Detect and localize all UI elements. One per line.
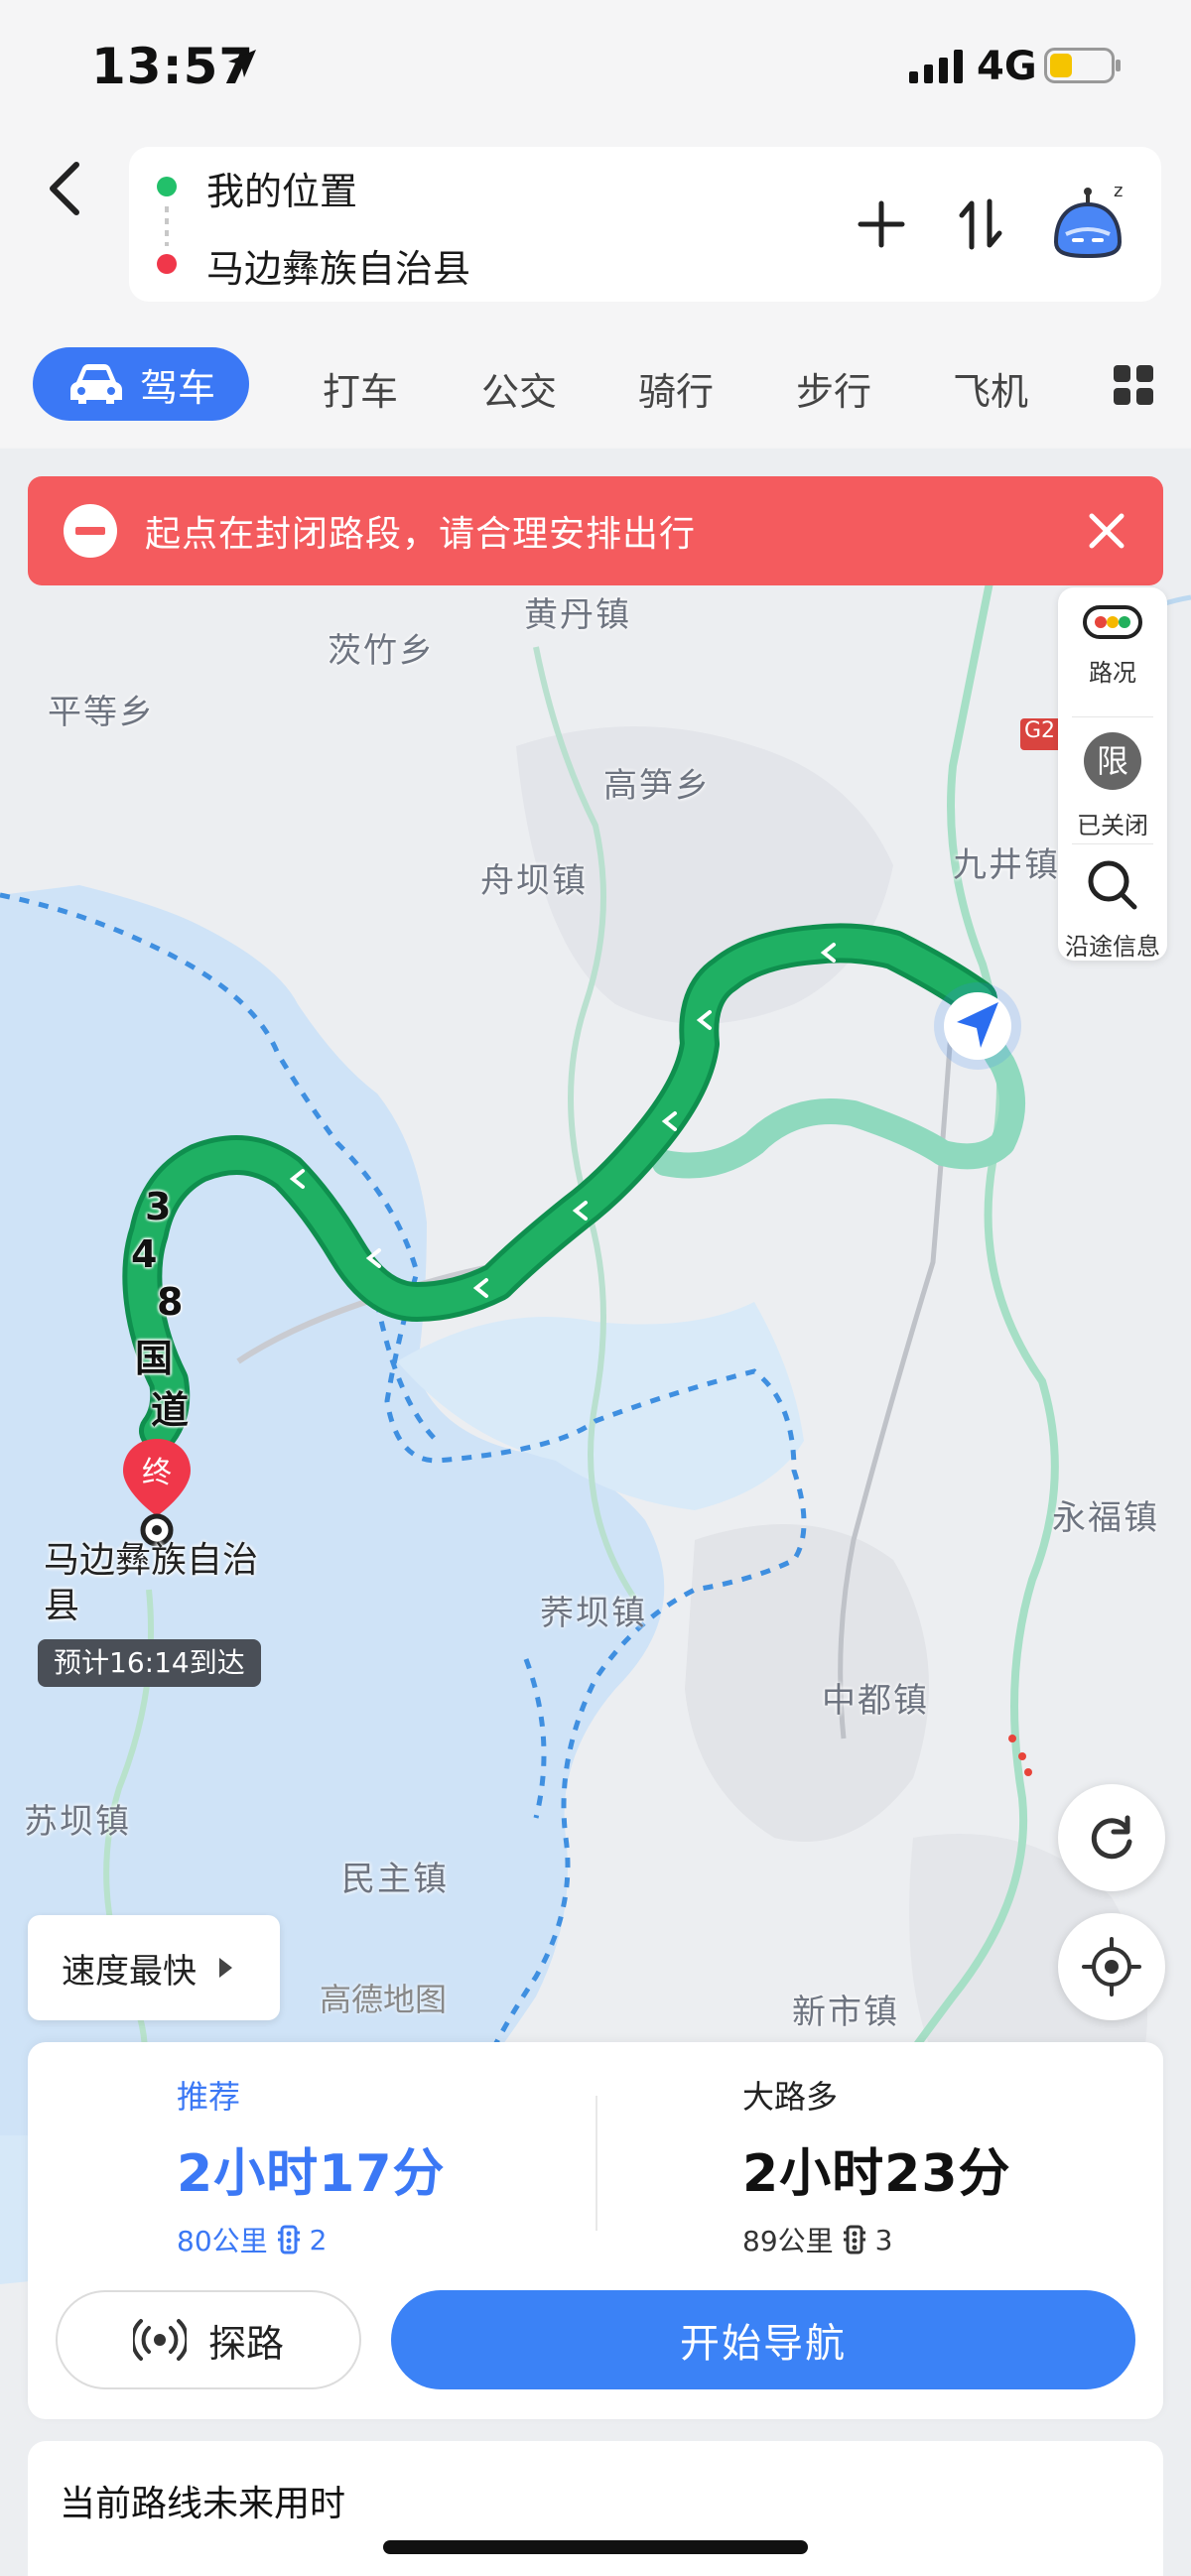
route-options-card: 推荐 2小时17分 80公里 2 大路多 2小时23分 89公里 3 探路 开始… <box>28 2042 1163 2419</box>
route-input-box: 我的位置 马边彝族自治县 z <box>129 147 1161 302</box>
route-option-distance: 89公里 <box>742 2225 834 2257</box>
alert-text: 起点在封闭路段，请合理安排出行 <box>145 514 697 555</box>
signal-icon <box>909 50 963 83</box>
traffic-light-icon <box>1083 605 1142 639</box>
restriction-icon: 限 <box>1084 732 1141 790</box>
road-name-char: 4 <box>131 1232 158 1276</box>
map-label-huangdan: 黄丹镇 <box>524 595 631 635</box>
route-option-recommended[interactable]: 推荐 2小时17分 80公里 2 <box>177 2072 446 2259</box>
end-dot-icon <box>157 254 177 274</box>
road-name-char: 3 <box>145 1185 172 1228</box>
battery-icon <box>1044 48 1121 83</box>
map-label-suba: 苏坝镇 <box>24 1802 131 1842</box>
start-navigation-button[interactable]: 开始导航 <box>391 2290 1135 2389</box>
network-type: 4G <box>977 44 1037 89</box>
road-name-char: 8 <box>157 1280 184 1324</box>
route-option-meta: 80公里 2 <box>177 2220 446 2259</box>
status-bar: 13:57 4G <box>0 0 1191 139</box>
future-travel-time-card[interactable]: 当前路线未来用时 <box>28 2441 1163 2576</box>
future-travel-time-title: 当前路线未来用时 <box>60 2484 346 2524</box>
route-preference-button[interactable]: 速度最快 <box>28 1915 280 2020</box>
close-icon[interactable] <box>1080 504 1133 558</box>
car-icon <box>70 364 122 404</box>
map-label-xinshi: 新市镇 <box>792 1993 899 2032</box>
destination-name: 马边彝族自治县 <box>44 1540 259 1626</box>
no-entry-icon <box>64 504 117 558</box>
locate-button[interactable] <box>1058 1913 1165 2020</box>
start-location-field[interactable]: 我的位置 <box>206 161 357 215</box>
traffic-light-count-icon <box>277 2225 300 2254</box>
add-waypoint-button[interactable] <box>844 187 919 262</box>
tab-drive[interactable]: 驾车 <box>33 347 249 421</box>
road-name-char: 国 <box>135 1337 174 1380</box>
tab-taxi[interactable]: 打车 <box>323 361 398 416</box>
closure-alert-banner: 起点在封闭路段，请合理安排出行 <box>28 476 1163 585</box>
divider <box>1072 843 1153 844</box>
route-connector <box>165 206 169 246</box>
restriction-glyph: 限 <box>1097 742 1128 780</box>
refresh-icon <box>1091 1815 1132 1860</box>
map-label-gaosun: 高笋乡 <box>603 766 711 806</box>
map-label-cizhu: 茨竹乡 <box>328 631 435 671</box>
route-option-lights: 3 <box>874 2223 893 2256</box>
map-label-zhongdu: 中都镇 <box>822 1681 929 1721</box>
road-name-char: 道 <box>151 1388 190 1432</box>
more-modes-grid-icon[interactable] <box>1114 365 1153 405</box>
traffic-toggle[interactable]: 路况 <box>1058 605 1167 688</box>
route-option-tag: 推荐 <box>177 2078 241 2116</box>
restriction-toggle[interactable]: 限 已关闭 <box>1058 730 1167 840</box>
route-option-lights: 2 <box>309 2223 328 2256</box>
route-option-time: 2小时23分 <box>742 2144 1011 2204</box>
traffic-light-count-icon <box>843 2225 865 2254</box>
radar-icon <box>132 2319 187 2361</box>
eta-badge: 预计16:14到达 <box>38 1639 261 1687</box>
restriction-label: 已关闭 <box>1077 812 1148 839</box>
home-indicator[interactable] <box>383 2540 808 2554</box>
tab-cycling[interactable]: 骑行 <box>638 361 714 416</box>
svg-text:z: z <box>1114 181 1123 201</box>
plus-icon <box>858 200 905 248</box>
divider <box>596 2096 597 2231</box>
search-icon <box>1088 860 1137 910</box>
map-tools-panel: 路况 限 已关闭 沿途信息 <box>1058 587 1167 961</box>
destination-pin-icon[interactable]: 终 <box>119 1435 195 1546</box>
traffic-label: 路况 <box>1089 659 1136 687</box>
back-button[interactable] <box>30 139 99 238</box>
route-preference-label: 速度最快 <box>62 1951 197 1992</box>
destination-field[interactable]: 马边彝族自治县 <box>206 238 470 293</box>
map-label-jiba: 荞坝镇 <box>540 1594 647 1633</box>
along-route-info-button[interactable]: 沿途信息 <box>1058 857 1167 962</box>
swap-icon <box>959 198 1002 250</box>
route-option-meta: 89公里 3 <box>742 2220 1011 2259</box>
map-label-pingdeng: 平等乡 <box>48 693 155 732</box>
start-dot-icon <box>157 177 177 196</box>
explore-route-button[interactable]: 探路 <box>56 2290 361 2389</box>
route-option-time: 2小时17分 <box>177 2144 446 2204</box>
swap-route-button[interactable] <box>943 187 1018 262</box>
map-label-jiujing: 九井镇 <box>953 845 1060 885</box>
explore-label: 探路 <box>207 2321 284 2366</box>
route-option-tag: 大路多 <box>742 2078 839 2116</box>
end-pin-glyph: 终 <box>142 1456 172 1490</box>
map-watermark: 高德地图 <box>320 1981 448 2018</box>
locate-crosshair-icon <box>1082 1937 1141 1996</box>
divider <box>1072 716 1153 717</box>
highway-shield-label: G2 <box>1024 718 1056 743</box>
map-label-zhouba: 舟坝镇 <box>480 861 588 901</box>
assistant-robot-icon[interactable]: z <box>1042 173 1141 272</box>
travel-mode-tabs: 驾车 打车 公交 骑行 步行 飞机 <box>0 337 1191 449</box>
tab-walking[interactable]: 步行 <box>796 361 871 416</box>
chevron-left-icon <box>50 162 79 215</box>
route-option-main-roads[interactable]: 大路多 2小时23分 89公里 3 <box>742 2072 1011 2259</box>
tab-drive-label: 驾车 <box>140 365 216 410</box>
refresh-button[interactable] <box>1058 1784 1165 1891</box>
tab-transit[interactable]: 公交 <box>481 361 557 416</box>
map-label-yongfu: 永福镇 <box>1052 1498 1159 1538</box>
tab-flight[interactable]: 飞机 <box>953 361 1028 416</box>
caret-right-icon <box>219 1958 232 1978</box>
along-route-label: 沿途信息 <box>1065 933 1160 961</box>
location-arrow-icon <box>228 50 256 77</box>
route-option-distance: 80公里 <box>177 2225 268 2257</box>
map-label-minzhu: 民主镇 <box>341 1860 449 1899</box>
